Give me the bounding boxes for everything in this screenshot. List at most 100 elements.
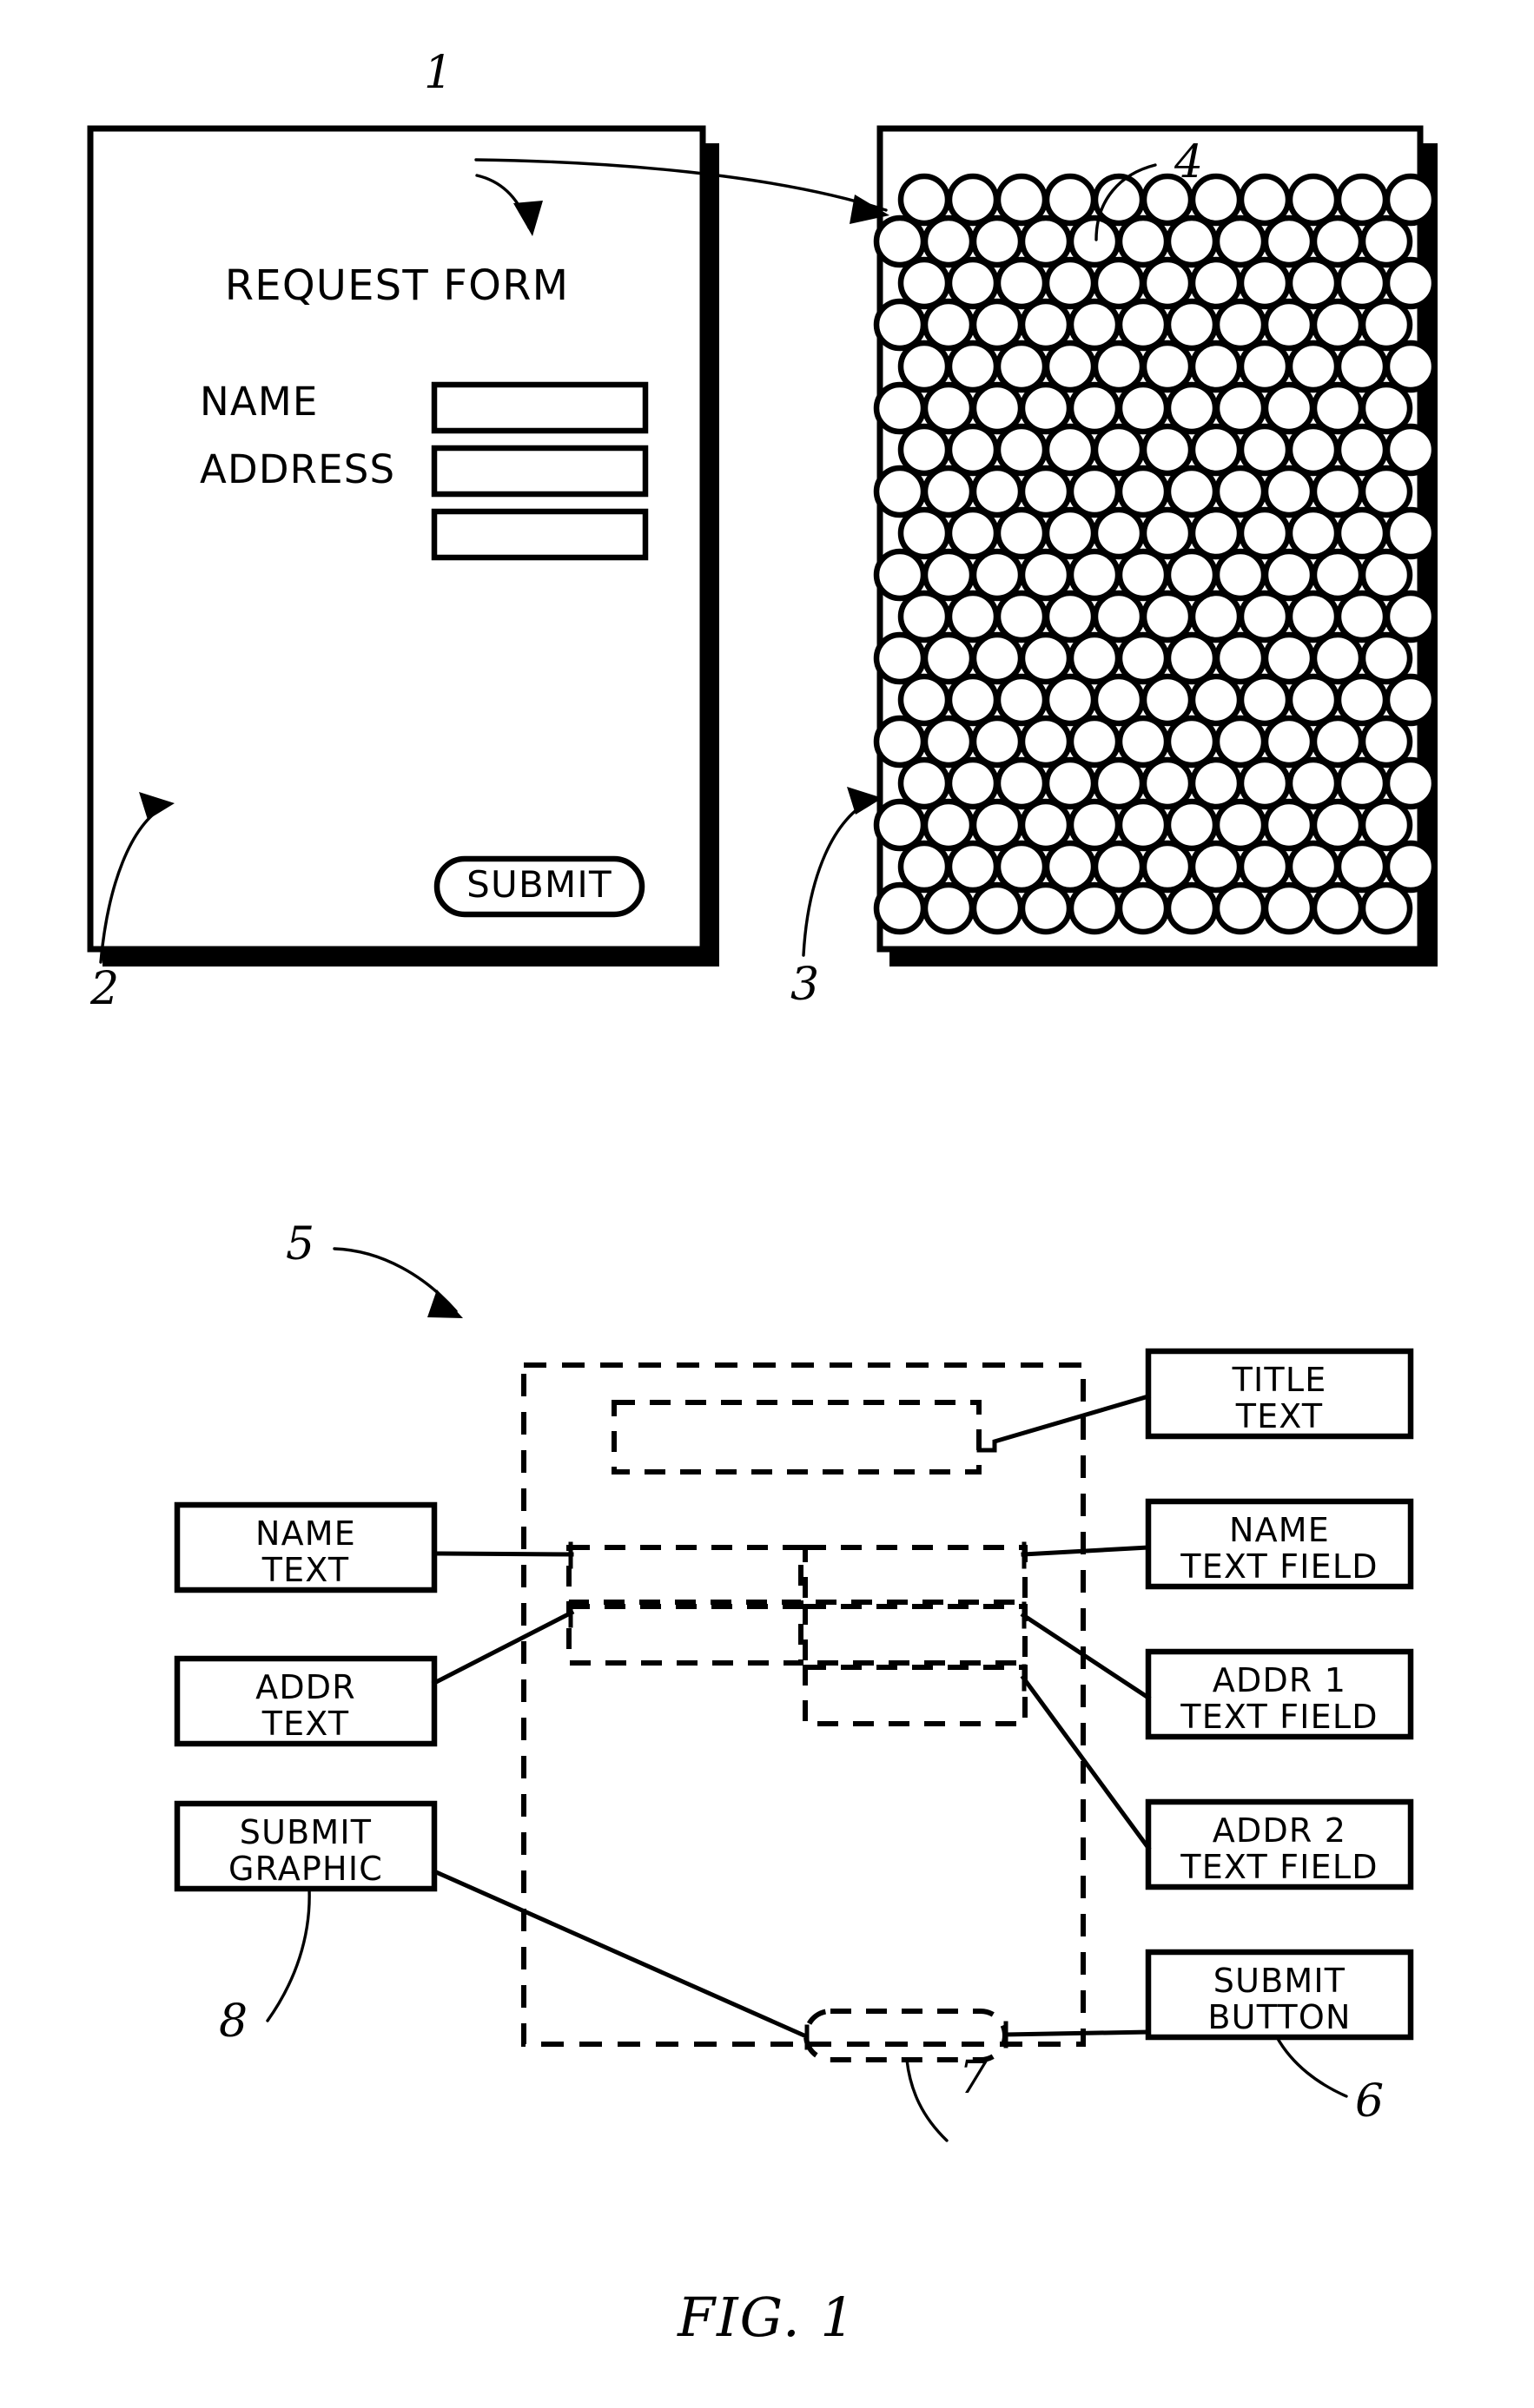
circle-icon — [1262, 298, 1316, 352]
circle-icon — [873, 881, 927, 935]
title-text-box-line2: TEXT — [1235, 1397, 1324, 1435]
circle-icon — [897, 423, 951, 477]
ref-3-leader — [802, 798, 875, 957]
name-field-zone — [803, 1545, 1028, 1605]
circle-icon — [922, 631, 975, 685]
circle-icon — [970, 631, 1024, 685]
name-text-box-line1: NAME — [255, 1514, 356, 1553]
circle-icon — [922, 465, 975, 518]
circle-icon — [1165, 798, 1219, 852]
circle-icon — [995, 590, 1048, 643]
circle-icon — [1238, 673, 1292, 727]
circle-icon — [1262, 715, 1316, 769]
circle-icon — [922, 715, 975, 769]
circle-icon — [1068, 465, 1121, 518]
circle-icon — [946, 173, 1000, 227]
form-label-name: NAME — [200, 379, 319, 425]
circle-icon — [946, 590, 1000, 643]
circle-icon — [1019, 381, 1073, 435]
circle-icon — [1092, 506, 1146, 560]
circle-icon — [1189, 756, 1243, 810]
figure-canvas: REQUEST FORM NAME ADDRESS SUBMIT 1 4 2 3… — [87, 47, 1438, 2349]
circle-icon — [873, 214, 927, 268]
circle-icon — [1141, 423, 1194, 477]
circle-icon — [1238, 423, 1292, 477]
circle-icon — [922, 298, 975, 352]
circle-icon — [897, 840, 951, 894]
circle-icon — [922, 881, 975, 935]
circle-icon — [1238, 256, 1292, 310]
circle-icon — [1019, 465, 1073, 518]
form-addr2-input[interactable] — [431, 508, 649, 561]
circle-icon — [897, 506, 951, 560]
circle-icon — [873, 381, 927, 435]
circle-icon — [1043, 590, 1097, 643]
circle-icon — [1116, 798, 1170, 852]
addr1-field-zone — [803, 1604, 1028, 1666]
dot-panel — [873, 125, 1438, 966]
circle-icon — [1068, 798, 1121, 852]
connector-title — [976, 1393, 1152, 1453]
circle-icon — [1116, 548, 1170, 602]
circle-icon — [1311, 881, 1365, 935]
circle-icon — [1335, 340, 1389, 393]
circle-icon — [1262, 465, 1316, 518]
circle-icon — [922, 548, 975, 602]
circle-icon — [1116, 298, 1170, 352]
circle-icon — [970, 381, 1024, 435]
circle-icon — [1019, 715, 1073, 769]
circle-icon — [1165, 214, 1219, 268]
circle-icon — [1189, 506, 1243, 560]
circle-icon — [995, 756, 1048, 810]
circle-icon — [1384, 673, 1438, 727]
circle-icon — [1335, 756, 1389, 810]
dot-grid — [873, 173, 1438, 935]
circle-icon — [897, 173, 951, 227]
circle-icon — [946, 340, 1000, 393]
circle-icon — [995, 256, 1048, 310]
addr1-text-field-box-line2: TEXT FIELD — [1180, 1698, 1378, 1736]
circle-icon — [970, 548, 1024, 602]
circle-icon — [1262, 214, 1316, 268]
form-addr1-input[interactable] — [431, 445, 649, 498]
name-text-field-box-line2: TEXT FIELD — [1180, 1547, 1378, 1586]
circle-icon — [1311, 715, 1365, 769]
circle-icon — [873, 548, 927, 602]
circle-icon — [1384, 590, 1438, 643]
ref-numeral-7: 7 — [959, 2052, 989, 2104]
circle-icon — [1092, 756, 1146, 810]
circle-icon — [897, 256, 951, 310]
circle-icon — [873, 465, 927, 518]
circle-icon — [1165, 548, 1219, 602]
circle-icon — [995, 340, 1048, 393]
circle-icon — [1092, 423, 1146, 477]
ref-5-arrowhead — [427, 1290, 463, 1318]
circle-icon — [1068, 548, 1121, 602]
circle-icon — [1335, 590, 1389, 643]
form-submit-label: SUBMIT — [466, 863, 612, 906]
circle-icon — [1092, 340, 1146, 393]
circle-icon — [946, 673, 1000, 727]
circle-icon — [1019, 298, 1073, 352]
circle-icon — [1189, 590, 1243, 643]
addr2-field-zone — [803, 1665, 1028, 1726]
circle-icon — [1043, 173, 1097, 227]
circle-icon — [1238, 840, 1292, 894]
circle-icon — [1043, 673, 1097, 727]
circle-icon — [1189, 340, 1243, 393]
circle-icon — [1359, 715, 1413, 769]
circle-icon — [1311, 381, 1365, 435]
circle-icon — [1019, 798, 1073, 852]
circle-icon — [995, 673, 1048, 727]
circle-icon — [946, 506, 1000, 560]
circle-icon — [970, 715, 1024, 769]
circle-icon — [1311, 548, 1365, 602]
addr-text-box-line1: ADDR — [255, 1668, 356, 1706]
name-text-box-line2: TEXT — [261, 1551, 350, 1589]
circle-icon — [1286, 423, 1340, 477]
circle-icon — [1238, 506, 1292, 560]
form-name-input[interactable] — [431, 381, 649, 434]
circle-icon — [1213, 631, 1267, 685]
circle-icon — [1141, 840, 1194, 894]
circle-icon — [1213, 465, 1267, 518]
